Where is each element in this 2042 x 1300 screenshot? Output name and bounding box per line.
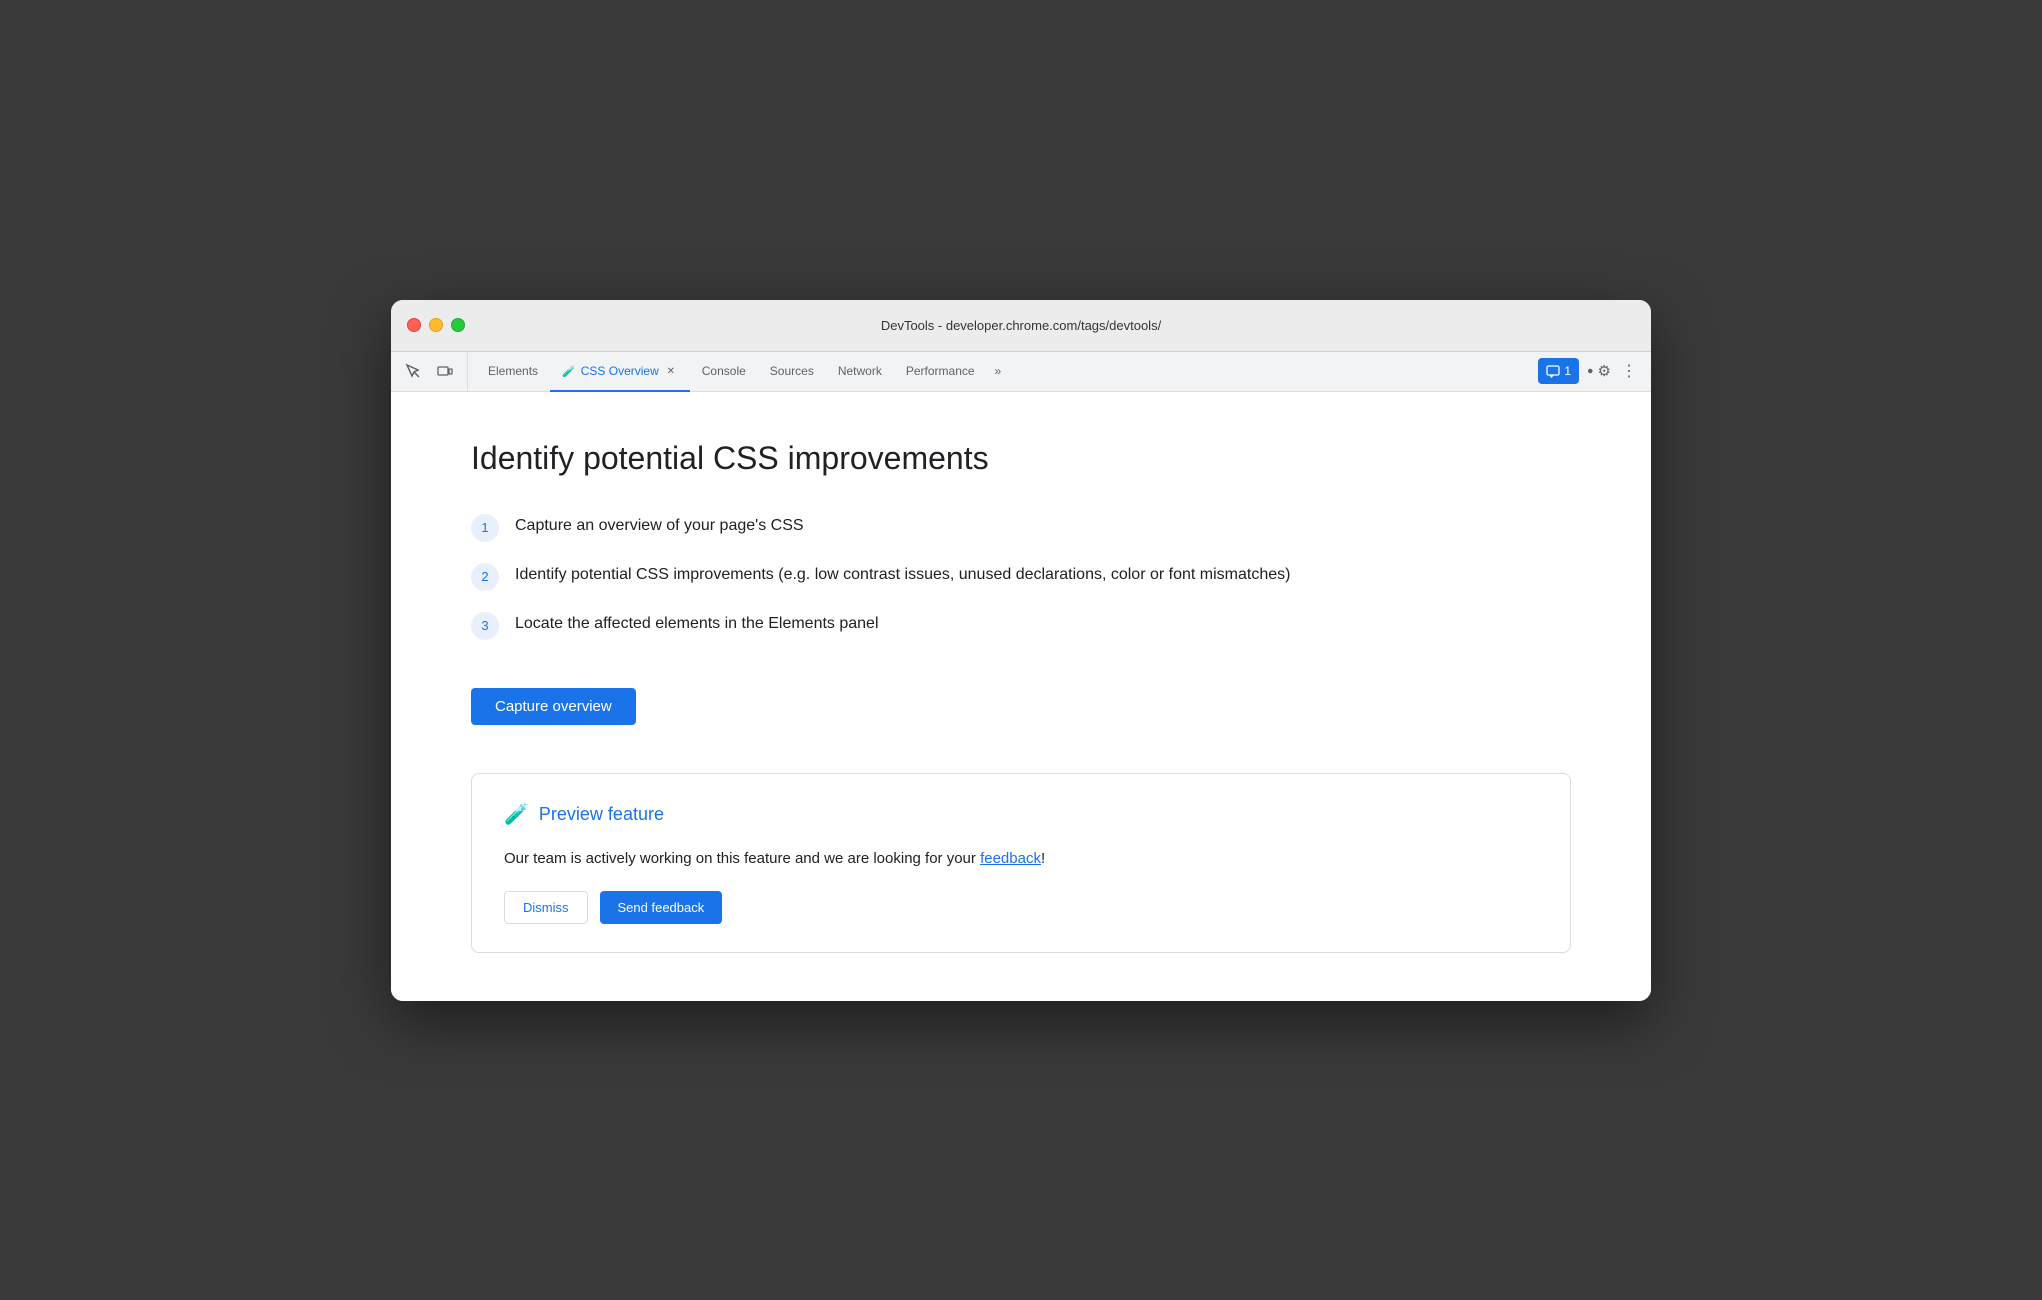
device-toggle-button[interactable] <box>431 357 459 385</box>
devtools-toolbar: Elements 🧪 CSS Overview ✕ Console Source… <box>391 352 1651 392</box>
window-title: DevTools - developer.chrome.com/tags/dev… <box>881 318 1161 333</box>
preview-header: 🧪 Preview feature <box>504 802 1538 827</box>
toolbar-icons <box>399 352 468 391</box>
close-button[interactable] <box>407 318 421 332</box>
messages-button[interactable]: 1 <box>1538 358 1579 384</box>
tab-elements[interactable]: Elements <box>476 353 550 392</box>
preview-body-suffix: ! <box>1041 850 1045 867</box>
tab-sources[interactable]: Sources <box>758 353 826 392</box>
maximize-button[interactable] <box>451 318 465 332</box>
page-title: Identify potential CSS improvements <box>471 440 1571 477</box>
settings-button[interactable]: ⚙ <box>1583 357 1611 385</box>
inspect-element-button[interactable] <box>399 357 427 385</box>
preview-flask-icon: 🧪 <box>504 802 529 827</box>
steps-list: 1 Capture an overview of your page's CSS… <box>471 513 1571 640</box>
title-bar: DevTools - developer.chrome.com/tags/dev… <box>391 300 1651 352</box>
step-text-3: Locate the affected elements in the Elem… <box>515 611 879 637</box>
step-text-1: Capture an overview of your page's CSS <box>515 513 804 539</box>
step-text-2: Identify potential CSS improvements (e.g… <box>515 562 1290 588</box>
more-options-button[interactable]: ⋮ <box>1615 357 1643 385</box>
preview-footer: Dismiss Send feedback <box>504 891 1538 924</box>
preview-body-text: Our team is actively working on this fea… <box>504 847 1538 871</box>
feedback-link[interactable]: feedback <box>980 850 1041 867</box>
preview-feature-box: 🧪 Preview feature Our team is actively w… <box>471 773 1571 953</box>
step-number-3: 3 <box>471 612 499 640</box>
flask-icon: 🧪 <box>562 365 576 378</box>
tab-performance[interactable]: Performance <box>894 353 987 392</box>
step-item-3: 3 Locate the affected elements in the El… <box>471 611 1571 640</box>
preview-body-prefix: Our team is actively working on this fea… <box>504 850 980 867</box>
tab-console[interactable]: Console <box>690 353 758 392</box>
tab-close-button[interactable]: ✕ <box>664 364 678 378</box>
devtools-window: DevTools - developer.chrome.com/tags/dev… <box>391 300 1651 1001</box>
tab-network[interactable]: Network <box>826 353 894 392</box>
send-feedback-button[interactable]: Send feedback <box>600 891 723 924</box>
tabs-bar: Elements 🧪 CSS Overview ✕ Console Source… <box>476 352 1538 391</box>
step-item-1: 1 Capture an overview of your page's CSS <box>471 513 1571 542</box>
traffic-lights <box>407 318 465 332</box>
minimize-button[interactable] <box>429 318 443 332</box>
toolbar-right: 1 ⚙ ⋮ <box>1538 352 1643 391</box>
tab-css-overview[interactable]: 🧪 CSS Overview ✕ <box>550 353 690 392</box>
step-number-2: 2 <box>471 563 499 591</box>
preview-title: Preview feature <box>539 804 664 825</box>
capture-overview-button[interactable]: Capture overview <box>471 688 636 725</box>
messages-count: 1 <box>1564 364 1571 378</box>
step-number-1: 1 <box>471 514 499 542</box>
dismiss-button[interactable]: Dismiss <box>504 891 588 924</box>
main-content: Identify potential CSS improvements 1 Ca… <box>391 392 1651 1001</box>
step-item-2: 2 Identify potential CSS improvements (e… <box>471 562 1571 591</box>
more-tabs-button[interactable]: » <box>987 352 1010 391</box>
